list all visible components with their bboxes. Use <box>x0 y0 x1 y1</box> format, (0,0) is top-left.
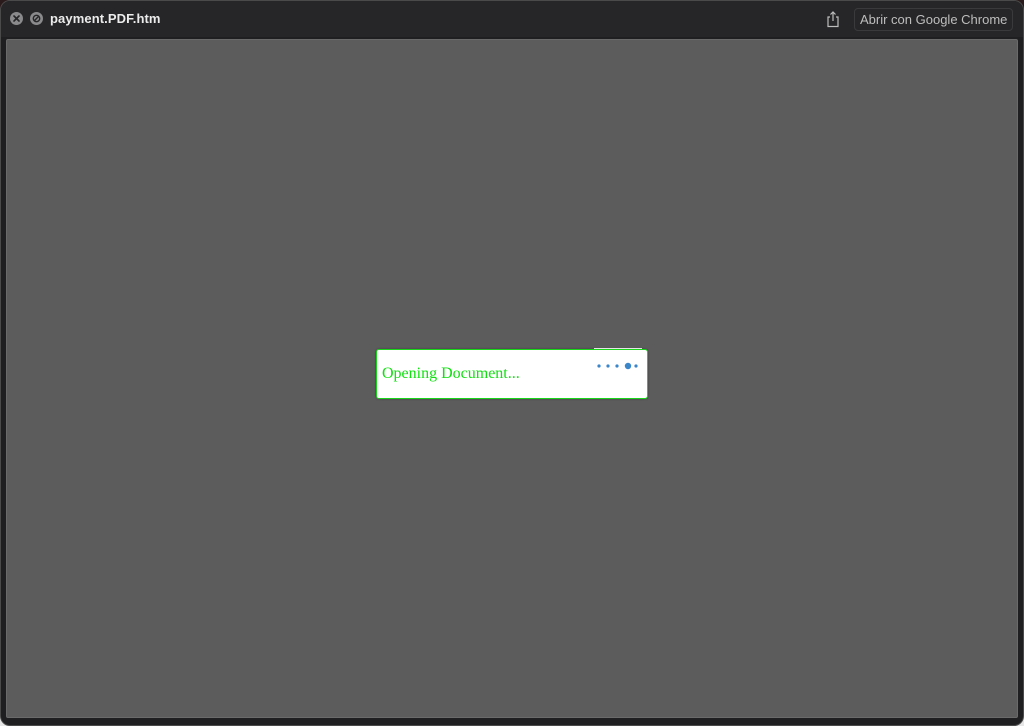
loading-dots-icon <box>596 361 642 371</box>
title-bar: payment.PDF.htm Abrir con Google Chrome <box>1 1 1023 37</box>
share-button[interactable] <box>824 9 842 29</box>
opening-document-dialog: Opening Document... <box>376 349 648 399</box>
quicklook-window: payment.PDF.htm Abrir con Google Chrome … <box>0 0 1024 726</box>
close-button[interactable] <box>10 12 23 25</box>
open-with-chrome-button[interactable]: Abrir con Google Chrome <box>854 8 1014 31</box>
dialog-message: Opening Document... <box>382 365 520 382</box>
document-preview-area: Opening Document... <box>6 39 1018 718</box>
share-icon <box>827 10 839 27</box>
stop-icon <box>32 14 41 23</box>
window-title: payment.PDF.htm <box>50 11 161 26</box>
close-icon <box>13 15 20 22</box>
stop-button[interactable] <box>30 12 43 25</box>
